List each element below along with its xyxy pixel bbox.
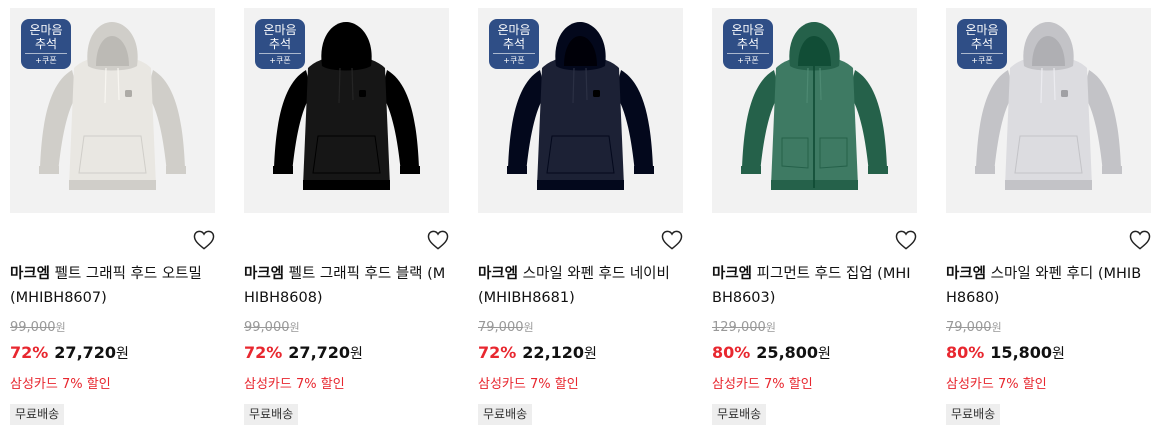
sale-price-value: 25,800 [756, 343, 819, 362]
badge-line2: 추석 [268, 37, 292, 51]
sale-price-currency: 원 [350, 346, 363, 362]
badge-coupon: +쿠폰 [727, 53, 769, 66]
badge-line2: 추석 [34, 37, 58, 51]
original-price-currency: 원 [991, 321, 1002, 334]
original-price-currency: 원 [55, 321, 66, 334]
heart-icon[interactable] [895, 230, 917, 250]
product-title[interactable]: 마크엠 스마일 와펜 후디 (MHIBH8680) [946, 262, 1151, 310]
badge-line1: 온마음 [965, 23, 999, 37]
badge-coupon: +쿠폰 [25, 53, 67, 66]
sale-price-currency: 원 [584, 346, 597, 362]
sale-price: 80% 15,800원 [946, 343, 1065, 363]
product-brand: 마크엠 [244, 266, 285, 282]
product-title[interactable]: 마크엠 피그먼트 후드 집업 (MHIBH8603) [712, 262, 917, 310]
sale-price-currency: 원 [116, 346, 129, 362]
free-shipping-badge: 무료배송 [946, 404, 1001, 425]
product-brand: 마크엠 [10, 266, 51, 282]
original-price: 79,000원 [478, 319, 534, 335]
discount-rate: 72% [244, 343, 283, 362]
sale-price: 72% 22,120원 [478, 343, 597, 363]
product-brand: 마크엠 [478, 266, 519, 282]
sale-price: 80% 25,800원 [712, 343, 831, 363]
product-card[interactable]: 온마음 추석 +쿠폰 마크엠 스마일 와펜 후드 네이비 (MHIBH8681)… [478, 8, 683, 433]
original-price-value: 99,000 [244, 320, 290, 335]
badge-line1: 온마음 [29, 23, 63, 37]
heart-icon[interactable] [661, 230, 683, 250]
badge-coupon: +쿠폰 [961, 53, 1003, 66]
original-price-value: 129,000 [712, 320, 766, 335]
product-image[interactable]: 온마음 추석 +쿠폰 [244, 8, 449, 213]
product-brand: 마크엠 [946, 266, 987, 282]
sale-price-value: 22,120 [522, 343, 585, 362]
sale-price-currency: 원 [1052, 346, 1065, 362]
product-card[interactable]: 온마음 추석 +쿠폰 마크엠 스마일 와펜 후디 (MHIBH8680) 79,… [946, 8, 1151, 433]
original-price-currency: 원 [765, 321, 776, 334]
promo-badge: 온마음 추석 +쿠폰 [723, 19, 773, 69]
heart-icon[interactable] [1129, 230, 1151, 250]
badge-line2: 추석 [736, 37, 760, 51]
discount-rate: 80% [712, 343, 751, 362]
product-title[interactable]: 마크엠 스마일 와펜 후드 네이비 (MHIBH8681) [478, 262, 683, 310]
product-title[interactable]: 마크엠 펠트 그래픽 후드 오트밀 (MHIBH8607) [10, 262, 215, 310]
sale-price-value: 15,800 [990, 343, 1053, 362]
product-card[interactable]: 온마음 추석 +쿠폰 마크엠 피그먼트 후드 집업 (MHIBH8603) 12… [712, 8, 917, 433]
product-image[interactable]: 온마음 추석 +쿠폰 [946, 8, 1151, 213]
sale-price: 72% 27,720원 [10, 343, 129, 363]
heart-icon[interactable] [193, 230, 215, 250]
card-discount-text: 삼성카드 7% 할인 [244, 377, 345, 392]
free-shipping-badge: 무료배송 [244, 404, 299, 425]
badge-coupon: +쿠폰 [259, 53, 301, 66]
original-price-currency: 원 [523, 321, 534, 334]
original-price: 99,000원 [244, 319, 300, 335]
original-price-currency: 원 [289, 321, 300, 334]
heart-icon[interactable] [427, 230, 449, 250]
card-discount-text: 삼성카드 7% 할인 [946, 377, 1047, 392]
badge-line1: 온마음 [497, 23, 531, 37]
discount-rate: 72% [10, 343, 49, 362]
product-card[interactable]: 온마음 추석 +쿠폰 마크엠 펠트 그래픽 후드 블랙 (MHIBH8608) … [244, 8, 449, 433]
original-price-value: 79,000 [478, 320, 524, 335]
sale-price-currency: 원 [818, 346, 831, 362]
original-price-value: 79,000 [946, 320, 992, 335]
promo-badge: 온마음 추석 +쿠폰 [957, 19, 1007, 69]
product-title[interactable]: 마크엠 펠트 그래픽 후드 블랙 (MHIBH8608) [244, 262, 449, 310]
discount-rate: 72% [478, 343, 517, 362]
free-shipping-badge: 무료배송 [712, 404, 767, 425]
badge-line2: 추석 [502, 37, 526, 51]
original-price: 79,000원 [946, 319, 1002, 335]
discount-rate: 80% [946, 343, 985, 362]
product-image[interactable]: 온마음 추석 +쿠폰 [10, 8, 215, 213]
free-shipping-badge: 무료배송 [10, 404, 65, 425]
original-price-value: 99,000 [10, 320, 56, 335]
promo-badge: 온마음 추석 +쿠폰 [21, 19, 71, 69]
free-shipping-badge: 무료배송 [478, 404, 533, 425]
original-price: 99,000원 [10, 319, 66, 335]
badge-line1: 온마음 [263, 23, 297, 37]
card-discount-text: 삼성카드 7% 할인 [712, 377, 813, 392]
sale-price-value: 27,720 [54, 343, 117, 362]
product-image[interactable]: 온마음 추석 +쿠폰 [712, 8, 917, 213]
product-grid: 온마음 추석 +쿠폰 마크엠 펠트 그래픽 후드 오트밀 (MHIBH8607)… [0, 0, 1155, 436]
promo-badge: 온마음 추석 +쿠폰 [255, 19, 305, 69]
sale-price-value: 27,720 [288, 343, 351, 362]
badge-line2: 추석 [970, 37, 994, 51]
card-discount-text: 삼성카드 7% 할인 [10, 377, 111, 392]
product-card[interactable]: 온마음 추석 +쿠폰 마크엠 펠트 그래픽 후드 오트밀 (MHIBH8607)… [10, 8, 215, 433]
sale-price: 72% 27,720원 [244, 343, 363, 363]
badge-line1: 온마음 [731, 23, 765, 37]
product-brand: 마크엠 [712, 266, 753, 282]
product-image[interactable]: 온마음 추석 +쿠폰 [478, 8, 683, 213]
badge-coupon: +쿠폰 [493, 53, 535, 66]
original-price: 129,000원 [712, 319, 776, 335]
promo-badge: 온마음 추석 +쿠폰 [489, 19, 539, 69]
card-discount-text: 삼성카드 7% 할인 [478, 377, 579, 392]
